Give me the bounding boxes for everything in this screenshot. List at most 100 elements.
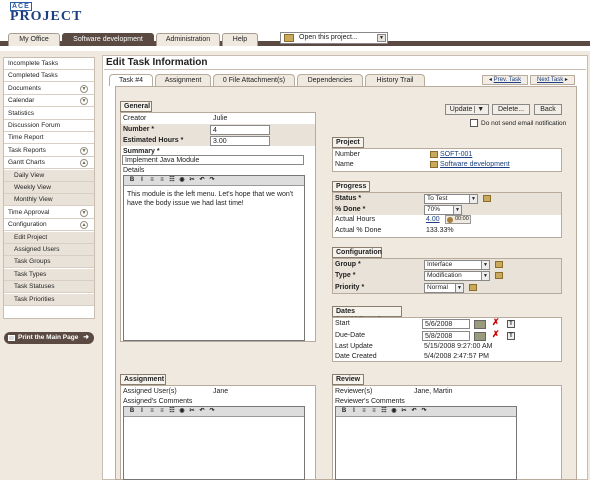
sidebar-item-task-priorities[interactable]: Task Priorities xyxy=(4,293,94,306)
table-button[interactable]: ☷ xyxy=(379,407,389,416)
unordered-list-button[interactable]: ≡ xyxy=(369,407,379,416)
prev-task-button[interactable]: ◂ Prev. Task xyxy=(482,75,528,85)
title-divider xyxy=(104,69,586,70)
undo-button[interactable]: ↶ xyxy=(197,176,207,185)
sidebar-item-time-report[interactable]: Time Report xyxy=(4,132,94,145)
ordered-list-button[interactable]: ≡ xyxy=(359,407,369,416)
color-button[interactable]: ◉ xyxy=(389,407,399,416)
color-button[interactable]: ◉ xyxy=(177,176,187,185)
clear-icon[interactable]: ✗ xyxy=(492,317,500,328)
start-input[interactable]: 5/6/2008 xyxy=(422,319,470,329)
italic-button[interactable]: I xyxy=(137,407,147,416)
tab-software-development[interactable]: Software development xyxy=(62,33,154,46)
tab-task[interactable]: Task #4 xyxy=(109,74,153,86)
delete-button[interactable]: Delete... xyxy=(492,104,530,115)
table-button[interactable]: ☷ xyxy=(167,407,177,416)
redo-button[interactable]: ↷ xyxy=(207,176,217,185)
sidebar-item-documents[interactable]: Documents ▼ xyxy=(4,83,94,95)
reviewer-comments-editor[interactable]: B I ≡ ≡ ☷ ◉ ✂ ↶ ↷ xyxy=(335,406,517,480)
back-button[interactable]: Back xyxy=(534,104,562,115)
sidebar-item-time-approval[interactable]: Time Approval ▼ xyxy=(4,207,94,219)
next-task-button[interactable]: Next Task ▸ xyxy=(530,75,575,85)
table-button[interactable]: ☷ xyxy=(167,176,177,185)
tab-assignment[interactable]: Assignment xyxy=(155,74,211,86)
bold-button[interactable]: B xyxy=(339,407,349,416)
clear-icon[interactable]: ✗ xyxy=(492,329,500,340)
italic-button[interactable]: I xyxy=(349,407,359,416)
sidebar-item-task-reports[interactable]: Task Reports ▼ xyxy=(4,145,94,157)
status-label: Status * xyxy=(335,195,362,202)
project-select[interactable]: Open this project... ▼ xyxy=(280,32,388,44)
sidebar-item-calendar[interactable]: Calendar ▼ xyxy=(4,95,94,108)
sidebar-item-statistics[interactable]: Statistics xyxy=(4,108,94,120)
folder-icon[interactable] xyxy=(483,195,491,202)
tab-help[interactable]: Help xyxy=(222,33,258,46)
today-icon[interactable]: T xyxy=(507,332,515,340)
sidebar-item-task-types[interactable]: Task Types xyxy=(4,268,94,281)
no-email-checkbox[interactable] xyxy=(470,119,478,127)
number-input[interactable]: 4 xyxy=(210,125,270,135)
sidebar-item-daily-view[interactable]: Daily View xyxy=(4,169,94,182)
project-number-link[interactable]: SOFT-001 xyxy=(440,151,472,158)
expand-icon[interactable]: ▼ xyxy=(80,146,88,155)
sidebar-item-completed-tasks[interactable]: Completed Tasks xyxy=(4,70,94,83)
redo-button[interactable]: ↷ xyxy=(419,407,429,416)
status-select[interactable]: To Test ▼ xyxy=(424,194,478,204)
project-name-link[interactable]: Software development xyxy=(440,161,510,168)
collapse-icon[interactable]: ▲ xyxy=(80,221,88,230)
due-date-input[interactable]: 5/8/2008 xyxy=(422,331,470,341)
color-button[interactable]: ◉ xyxy=(177,407,187,416)
ordered-list-button[interactable]: ≡ xyxy=(147,176,157,185)
calendar-icon[interactable] xyxy=(474,332,486,341)
expand-icon[interactable]: ▼ xyxy=(80,84,88,93)
tab-history-trail[interactable]: History Trail xyxy=(365,74,425,86)
sidebar-item-configuration[interactable]: Configuration ▲ xyxy=(4,219,94,232)
undo-button[interactable]: ↶ xyxy=(197,407,207,416)
sidebar-item-task-groups[interactable]: Task Groups xyxy=(4,256,94,269)
folder-icon[interactable] xyxy=(495,272,503,279)
bold-button[interactable]: B xyxy=(127,407,137,416)
cut-button[interactable]: ✂ xyxy=(187,407,197,416)
sidebar-item-gantt-charts[interactable]: Gantt Charts ▲ xyxy=(4,157,94,170)
summary-input[interactable]: Implement Java Module xyxy=(122,155,304,165)
undo-button[interactable]: ↶ xyxy=(409,407,419,416)
assigned-comments-editor[interactable]: B I ≡ ≡ ☷ ◉ ✂ ↶ ↷ xyxy=(123,406,305,480)
sidebar-item-incomplete-tasks[interactable]: Incomplete Tasks xyxy=(4,58,94,70)
unordered-list-button[interactable]: ≡ xyxy=(157,407,167,416)
tab-file-attachments[interactable]: 0 File Attachment(s) xyxy=(213,74,295,86)
cut-button[interactable]: ✂ xyxy=(187,176,197,185)
expand-icon[interactable]: ▼ xyxy=(80,208,88,217)
expand-icon[interactable]: ▼ xyxy=(80,97,88,106)
folder-icon[interactable] xyxy=(469,284,477,291)
collapse-icon[interactable]: ▲ xyxy=(80,159,88,168)
sidebar-item-edit-project[interactable]: Edit Project xyxy=(4,231,94,244)
group-select[interactable]: Interface ▼ xyxy=(424,260,490,270)
tab-my-office[interactable]: My Office xyxy=(8,33,60,46)
update-button[interactable]: Update ▼ xyxy=(445,104,489,115)
sidebar-item-assigned-users[interactable]: Assigned Users xyxy=(4,244,94,256)
italic-button[interactable]: I xyxy=(137,176,147,185)
ordered-list-button[interactable]: ≡ xyxy=(147,407,157,416)
sidebar-item-discussion-forum[interactable]: Discussion Forum xyxy=(4,120,94,132)
details-editor[interactable]: B I ≡ ≡ ☷ ◉ ✂ ↶ ↷ This module is the left menu. … xyxy=(123,175,305,341)
calendar-icon[interactable] xyxy=(474,320,486,329)
tab-administration[interactable]: Administration xyxy=(156,33,220,46)
timer-button[interactable]: 00:00 xyxy=(445,215,471,224)
priority-select[interactable]: Normal ▼ xyxy=(424,283,464,293)
sidebar-item-task-statuses[interactable]: Task Statuses xyxy=(4,281,94,294)
sidebar-item-weekly-view[interactable]: Weekly View xyxy=(4,182,94,194)
percent-done-select[interactable]: 70% ▼ xyxy=(424,205,462,215)
actual-hours-link[interactable]: 4.00 xyxy=(426,216,440,223)
chevron-down-icon: ▼ xyxy=(481,272,489,280)
unordered-list-button[interactable]: ≡ xyxy=(157,176,167,185)
tab-dependencies[interactable]: Dependencies xyxy=(297,74,363,86)
cut-button[interactable]: ✂ xyxy=(399,407,409,416)
sidebar-item-monthly-view[interactable]: Monthly View xyxy=(4,194,94,207)
redo-button[interactable]: ↷ xyxy=(207,407,217,416)
today-icon[interactable]: T xyxy=(507,320,515,328)
type-select[interactable]: Modification ▼ xyxy=(424,271,490,281)
print-main-page-button[interactable]: Print the Main Page ➜ xyxy=(4,332,94,344)
bold-button[interactable]: B xyxy=(127,176,137,185)
folder-icon[interactable] xyxy=(495,261,503,268)
estimated-hours-input[interactable]: 3.00 xyxy=(210,136,270,146)
